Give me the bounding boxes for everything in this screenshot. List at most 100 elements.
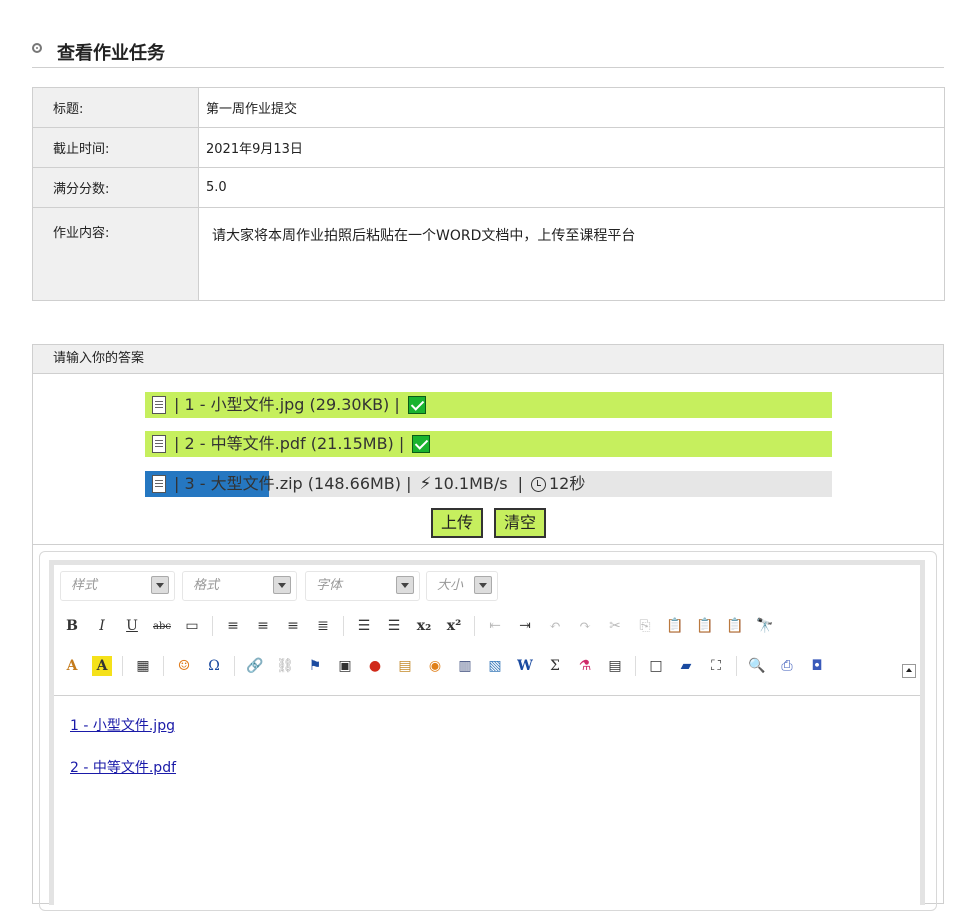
outdent-icon[interactable]: ⇤ <box>485 616 505 636</box>
document-icon <box>152 396 166 414</box>
content-label: 作业内容: <box>32 207 199 301</box>
font-select[interactable]: 字体 <box>305 571 420 601</box>
answer-header: 请输入你的答案 <box>33 345 943 374</box>
paste-text-icon[interactable]: 📋 <box>695 616 715 636</box>
align-right-icon[interactable]: ≡ <box>283 616 303 636</box>
document-icon <box>152 475 166 493</box>
table-icon[interactable]: ▦ <box>133 656 153 676</box>
editor-frame: 样式 格式 字体 大小 B I U abc ▭ ≡ ≡ ≡ ≣ ☰ ☰ x₂ x… <box>49 560 925 905</box>
new-page-icon[interactable]: □ <box>646 656 666 676</box>
toolbar-separator <box>635 656 636 676</box>
attachment-icon[interactable]: ▧ <box>485 656 505 676</box>
table-row: 满分分数: 5.0 <box>32 167 945 208</box>
link-icon[interactable]: 🔗 <box>245 656 265 676</box>
template-icon[interactable]: ▤ <box>605 656 625 676</box>
media-icon[interactable]: ▤ <box>395 656 415 676</box>
checkmark-icon <box>407 396 426 414</box>
clock-icon <box>530 476 546 492</box>
file-name: | 2 - 中等文件.pdf (21.15MB) | <box>174 434 405 453</box>
page-title: 查看作业任务 <box>57 43 165 64</box>
title-label: 标题: <box>32 87 199 128</box>
section-header: 查看作业任务 <box>32 36 944 68</box>
redo-icon[interactable]: ↷ <box>575 616 595 636</box>
full-score-label: 满分分数: <box>32 167 199 208</box>
superscript-icon[interactable]: x² <box>444 616 464 636</box>
bullet-icon <box>32 43 42 53</box>
chevron-down-icon[interactable] <box>151 576 169 594</box>
special-char-icon[interactable]: Ω <box>204 656 224 676</box>
size-select[interactable]: 大小 <box>426 571 498 601</box>
attached-file-link[interactable]: 2 - 中等文件.pdf <box>70 757 176 777</box>
chevron-down-icon[interactable] <box>474 576 492 594</box>
toolbar-row-2: A A ▦ ☺ Ω 🔗 ⛓ ⚑ ▣ ● ▤ ◉ ▥ ▧ W Σ ⚗ ▤ □ ▰ … <box>62 654 837 678</box>
unlink-icon[interactable]: ⛓ <box>275 656 295 676</box>
background-color-icon[interactable]: A <box>92 656 112 676</box>
answer-panel: 请输入你的答案 | 1 - 小型文件.jpg (29.30KB) | | 2 -… <box>32 344 944 911</box>
upload-file-row: | 3 - 大型文件.zip (148.66MB) | ⚡ 10.1MB/s |… <box>145 471 832 497</box>
copy-icon[interactable]: ⎘ <box>635 616 655 636</box>
anchor-icon[interactable]: ⚑ <box>305 656 325 676</box>
content-value: 请大家将本周作业拍照后粘贴在一个WORD文档中，上传至课程平台 <box>198 207 945 301</box>
chevron-down-icon[interactable] <box>273 576 291 594</box>
editor-content[interactable]: 1 - 小型文件.jpg 2 - 中等文件.pdf <box>70 715 176 799</box>
style-select[interactable]: 样式 <box>60 571 175 601</box>
table-row: 标题: 第一周作业提交 <box>32 87 945 128</box>
lightning-icon: ⚡ <box>419 474 432 494</box>
flash-icon[interactable]: ● <box>365 656 385 676</box>
eraser-icon[interactable]: ▰ <box>676 656 696 676</box>
full-score-value: 5.0 <box>198 167 945 208</box>
file-name: | 1 - 小型文件.jpg (29.30KB) | <box>174 395 400 414</box>
font-select-label: 字体 <box>316 578 343 593</box>
video-icon[interactable]: ◉ <box>425 656 445 676</box>
find-icon[interactable]: 🔭 <box>755 616 775 636</box>
bulleted-list-icon[interactable]: ☰ <box>384 616 404 636</box>
undo-icon[interactable]: ↶ <box>545 616 565 636</box>
subscript-icon[interactable]: x₂ <box>414 616 434 636</box>
divider <box>33 544 943 545</box>
file-icon[interactable]: ▥ <box>455 656 475 676</box>
word-icon[interactable]: W <box>515 656 535 676</box>
fullscreen-icon[interactable]: ⛶ <box>706 656 726 676</box>
toolbar-row-1: B I U abc ▭ ≡ ≡ ≡ ≣ ☰ ☰ x₂ x² ⇤ ⇥ ↶ ↷ ✂ … <box>62 614 785 638</box>
image-icon[interactable]: ▣ <box>335 656 355 676</box>
assignment-info-table: 标题: 第一周作业提交 截止时间: 2021年9月13日 满分分数: 5.0 作… <box>32 87 945 301</box>
style-select-label: 样式 <box>71 578 98 593</box>
paste-icon[interactable]: 📋 <box>665 616 685 636</box>
collapse-toolbar-icon[interactable] <box>902 664 916 678</box>
horizontal-rule-icon[interactable]: ▭ <box>182 616 202 636</box>
paste-word-icon[interactable]: 📋 <box>725 616 745 636</box>
chevron-down-icon[interactable] <box>396 576 414 594</box>
editor-toolbar: 样式 格式 字体 大小 B I U abc ▭ ≡ ≡ ≡ ≣ ☰ ☰ x₂ x… <box>54 565 920 696</box>
formula-icon[interactable]: Σ <box>545 656 565 676</box>
justify-icon[interactable]: ≣ <box>313 616 333 636</box>
rich-text-editor: 样式 格式 字体 大小 B I U abc ▭ ≡ ≡ ≡ ≣ ☰ ☰ x₂ x… <box>39 551 937 911</box>
separator-text: | <box>517 474 523 493</box>
chemistry-icon[interactable]: ⚗ <box>575 656 595 676</box>
format-select[interactable]: 格式 <box>182 571 297 601</box>
text-color-icon[interactable]: A <box>62 656 82 676</box>
upload-eta: 12秒 <box>548 474 586 493</box>
cut-icon[interactable]: ✂ <box>605 616 625 636</box>
toolbar-separator <box>474 616 475 636</box>
preview-icon[interactable]: 🔍 <box>747 656 767 676</box>
indent-icon[interactable]: ⇥ <box>515 616 535 636</box>
source-icon[interactable]: ◘ <box>807 656 827 676</box>
numbered-list-icon[interactable]: ☰ <box>354 616 374 636</box>
clear-button[interactable]: 清空 <box>494 508 546 538</box>
size-select-label: 大小 <box>437 578 464 593</box>
print-icon[interactable]: ⎙ <box>777 656 797 676</box>
upload-button[interactable]: 上传 <box>431 508 483 538</box>
attached-file-link[interactable]: 1 - 小型文件.jpg <box>70 715 176 735</box>
italic-icon[interactable]: I <box>92 616 112 636</box>
toolbar-separator <box>212 616 213 636</box>
underline-icon[interactable]: U <box>122 616 142 636</box>
toolbar-separator <box>234 656 235 676</box>
upload-speed: 10.1MB/s <box>433 474 508 493</box>
bold-icon[interactable]: B <box>62 616 82 636</box>
align-center-icon[interactable]: ≡ <box>253 616 273 636</box>
upload-file-row: | 2 - 中等文件.pdf (21.15MB) | <box>145 431 832 457</box>
title-value: 第一周作业提交 <box>198 87 945 128</box>
emoticon-icon[interactable]: ☺ <box>174 656 194 676</box>
align-left-icon[interactable]: ≡ <box>223 616 243 636</box>
strikethrough-icon[interactable]: abc <box>152 616 172 636</box>
